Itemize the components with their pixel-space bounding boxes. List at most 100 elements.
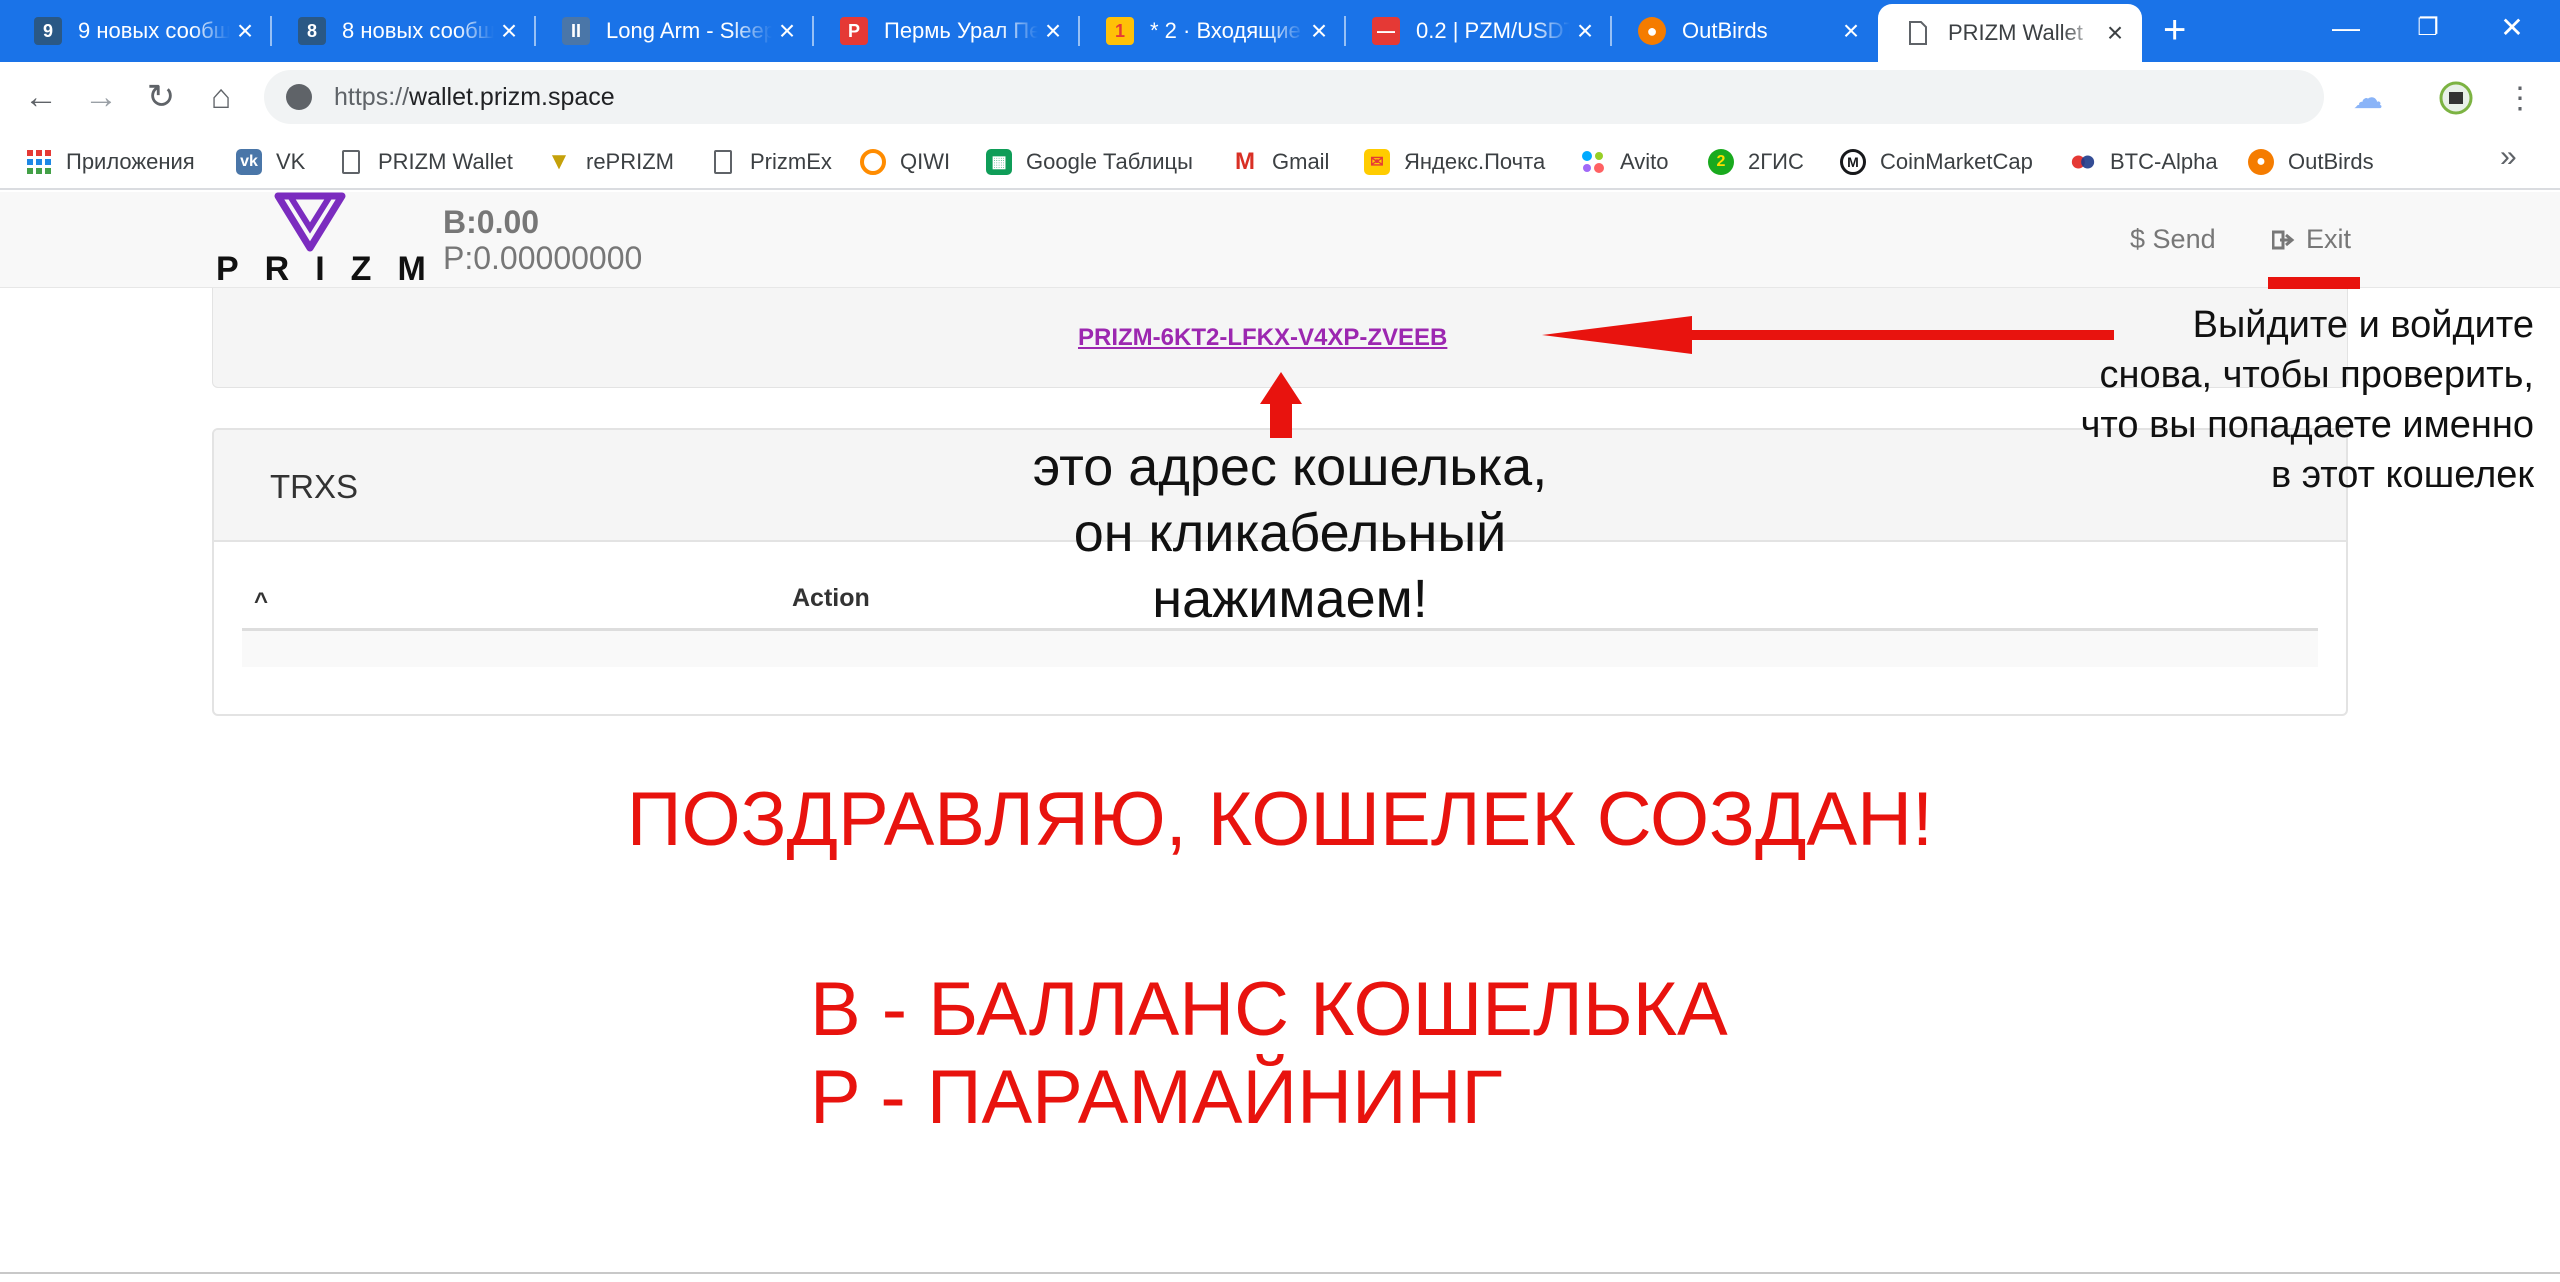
address-bar[interactable]: https://wallet.prizm.space (264, 70, 2324, 124)
bookmark-prizmex[interactable]: PrizmEx (710, 142, 832, 182)
tab-title: 8 новых сообщений (342, 18, 494, 43)
gmail-icon: M (1235, 148, 1255, 175)
forward-arrow-icon[interactable]: → (76, 72, 126, 122)
note-line: он кликабельный (1073, 503, 1507, 563)
bookmark-2gis[interactable]: 2 2ГИС (1708, 142, 1804, 182)
tab-title: Long Arm - Sleep (606, 18, 772, 43)
bookmark-label: PRIZM Wallet (378, 149, 513, 174)
bookmark-prizm-wallet[interactable]: PRIZM Wallet (338, 142, 513, 182)
bookmark-avito[interactable]: Avito (1580, 142, 1669, 182)
close-icon[interactable]: × (772, 17, 802, 45)
extension-icon[interactable] (2436, 78, 2476, 118)
exit-link[interactable]: Exit (2272, 224, 2351, 255)
bookmark-label: Gmail (1272, 149, 1330, 174)
close-icon[interactable]: × (494, 17, 524, 45)
close-icon[interactable]: × (230, 17, 260, 45)
url-text: https://wallet.prizm.space (334, 82, 615, 111)
tab-title: Пермь Урал Пермь (884, 18, 1038, 43)
restore-icon[interactable]: ❐ (2392, 4, 2464, 52)
exit-label: Exit (2306, 224, 2352, 254)
close-icon[interactable]: × (1304, 17, 1334, 45)
bookmark-label: QIWI (900, 149, 951, 174)
table-row (242, 631, 2318, 667)
close-icon[interactable]: × (1570, 17, 1600, 45)
bookmark-vk[interactable]: vk VK (236, 142, 305, 182)
bookmark-label: rePRIZM (586, 149, 674, 174)
menu-kebab-icon[interactable]: ⋮ (2500, 78, 2540, 118)
prizm-logo-icon (274, 192, 346, 252)
logo-text: PRIZM (216, 250, 452, 288)
bookmark-label: Avito (1620, 149, 1669, 174)
exchange-icon: — (1372, 17, 1400, 45)
back-arrow-icon[interactable]: ← (16, 72, 66, 122)
browser-tab-strip: 9 9 новых сообщений × 8 8 новых сообщени… (0, 0, 2560, 62)
browser-toolbar: ← → ↻ ⌂ https://wallet.prizm.space ☁ ⋮ (0, 62, 2560, 134)
page-icon (714, 150, 732, 174)
site-info-icon[interactable] (286, 84, 312, 110)
bookmark-label: 2ГИС (1748, 149, 1804, 174)
browser-tab[interactable]: P Пермь Урал Пермь × (814, 8, 1080, 54)
vk-icon: 8 (298, 17, 326, 45)
browser-tab[interactable]: 9 9 новых сообщений × (8, 8, 272, 54)
bookmark-yandex-mail[interactable]: ✉ Яндекс.Почта (1364, 142, 1545, 182)
bookmarks-overflow-icon[interactable]: » (2500, 140, 2517, 174)
note-line: в этот кошелек (2270, 454, 2534, 496)
bookmark-btc-alpha[interactable]: BTC-Alpha (2070, 142, 2218, 182)
bookmark-label: CoinMarketCap (1880, 149, 2033, 174)
close-icon[interactable]: × (1038, 17, 1068, 45)
dollar-icon: $ (2130, 224, 2146, 254)
bookmark-qiwi[interactable]: QIWI (860, 142, 950, 182)
bookmark-coinmarketcap[interactable]: M CoinMarketCap (1840, 142, 2033, 182)
bookmark-label: PrizmEx (750, 149, 832, 174)
browser-tab[interactable]: — 0.2 | PZM/USDT × (1346, 8, 1612, 54)
bookmark-reprizm[interactable]: ▼ rePRIZM (546, 142, 674, 182)
browser-tab[interactable]: 8 8 новых сообщений × (272, 8, 536, 54)
action-column-header[interactable]: Action (792, 584, 870, 613)
2gis-icon: 2 (1708, 149, 1734, 175)
bookmarks-bar: Приложения vk VK PRIZM Wallet ▼ rePRIZM … (0, 134, 2560, 190)
bookmark-label: Приложения (66, 149, 195, 174)
reprizm-icon: ▼ (547, 148, 571, 175)
tab-title: * 2 · Входящие (1150, 18, 1301, 43)
browser-tab-active[interactable]: PRIZM Wallet × (1878, 4, 2142, 62)
tab-title: 0.2 | PZM/USDT (1416, 18, 1570, 43)
outbirds-icon: ● (2248, 149, 2274, 175)
bookmark-label: BTC-Alpha (2110, 149, 2218, 174)
window-close-icon[interactable]: ✕ (2476, 4, 2548, 52)
exit-instruction-note: Выйдите и войдите снова, чтобы проверить… (1960, 300, 2534, 500)
page-icon (342, 150, 360, 174)
balance-p: P:0.00000000 (443, 240, 643, 276)
minimize-icon[interactable]: — (2310, 4, 2382, 52)
bookmark-gmail[interactable]: M Gmail (1232, 142, 1329, 182)
browser-tab[interactable]: ● OutBirds × (1612, 8, 1878, 54)
new-tab-plus-icon[interactable]: + (2163, 10, 2186, 50)
congrats-heading: ПОЗДРАВЛЯЮ, КОШЕЛЕК СОЗДАН! (626, 777, 1934, 862)
home-icon[interactable]: ⌂ (196, 72, 246, 122)
bookmark-google-sheets[interactable]: ▦ Google Таблицы (986, 142, 1193, 182)
bookmark-apps[interactable]: Приложения (26, 142, 195, 182)
reload-icon[interactable]: ↻ (136, 72, 186, 122)
avito-icon (1580, 149, 1606, 175)
legend-line: P - ПАРАМАЙНИНГ (810, 1055, 1503, 1140)
sort-column-header[interactable]: ^ (254, 588, 268, 616)
perm-ural-icon: P (840, 17, 868, 45)
wallet-address-link[interactable]: PRIZM-6KT2-LFKX-V4XP-ZVEEB (1078, 324, 1447, 352)
balance-b: B:0.00 (443, 204, 540, 240)
bookmark-outbirds[interactable]: ● OutBirds (2248, 142, 2374, 182)
note-line: что вы попадаете именно (2080, 404, 2534, 446)
close-icon[interactable]: × (1836, 17, 1866, 45)
pause-icon: II (562, 17, 590, 45)
tab-title: PRIZM Wallet (1948, 20, 2083, 45)
send-link[interactable]: $ Send (2130, 224, 2216, 255)
bookmark-label: OutBirds (2288, 149, 2374, 174)
qiwi-icon (860, 149, 886, 175)
note-line: это адрес кошелька, (1032, 437, 1548, 497)
note-line: снова, чтобы проверить, (2099, 354, 2534, 396)
legend-line: B - БАЛЛАНС КОШЕЛЬКА (810, 967, 1728, 1052)
browser-tab[interactable]: II Long Arm - Sleep × (536, 8, 814, 54)
close-icon[interactable]: × (2100, 19, 2130, 47)
browser-tab[interactable]: 1 * 2 · Входящие × (1080, 8, 1346, 54)
cloud-extension-icon[interactable]: ☁ (2348, 78, 2388, 118)
yandex-mail-icon: 1 (1106, 17, 1134, 45)
bookmark-label: VK (276, 149, 306, 174)
